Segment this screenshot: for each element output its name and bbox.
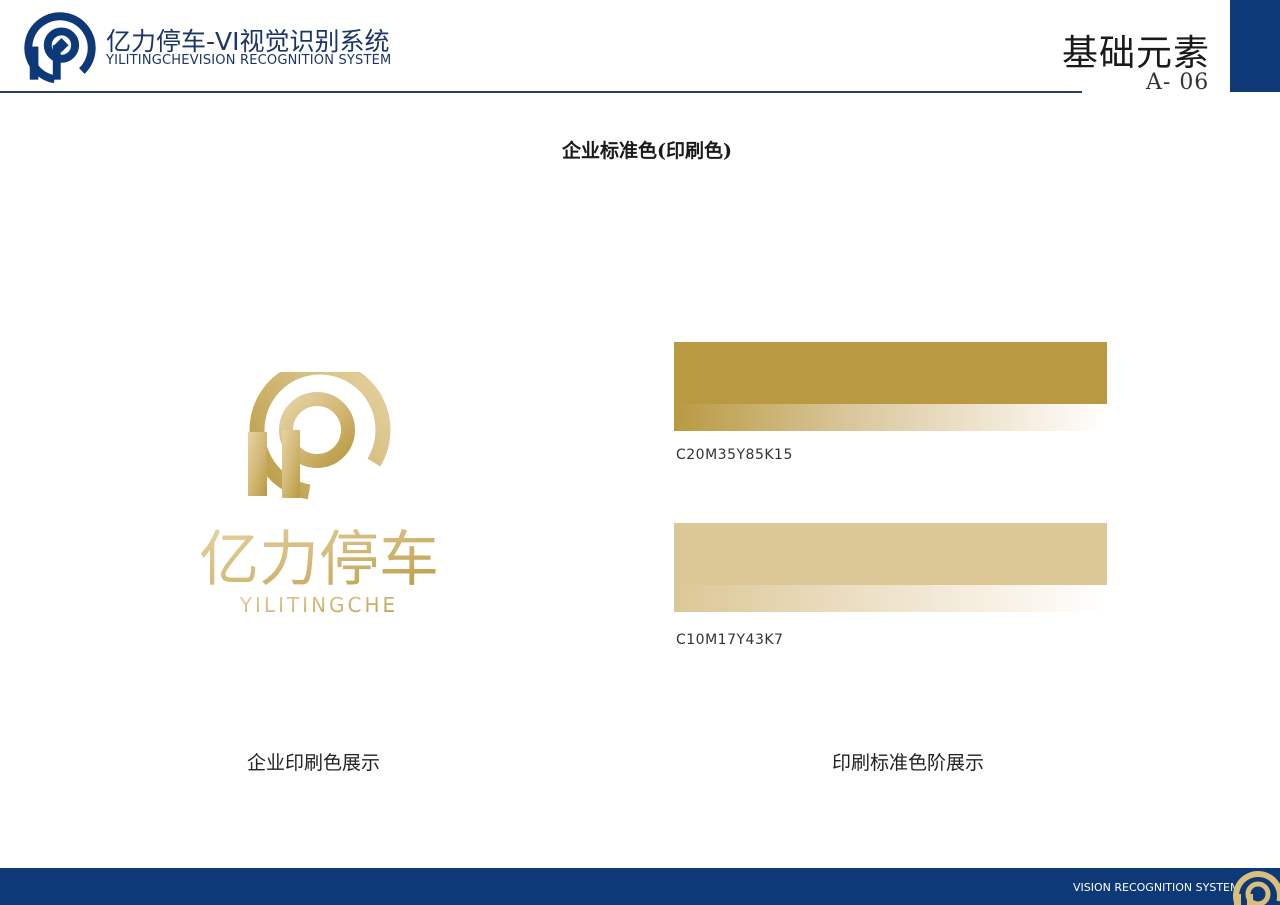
page-heading: 企业标准色(印刷色) bbox=[562, 140, 732, 162]
swatch-secondary-solid bbox=[674, 523, 1107, 585]
section-title: 基础元素 bbox=[1062, 33, 1211, 74]
gold-logo: 亿力停车 YILITINGCHE bbox=[199, 372, 439, 617]
swatch-primary-code: C20M35Y85K15 bbox=[676, 447, 793, 463]
brand-logo-icon bbox=[24, 12, 96, 84]
corner-accent-block bbox=[1230, 0, 1280, 92]
footer-logo-icon bbox=[1233, 871, 1280, 905]
header-divider bbox=[0, 91, 1082, 93]
logo-wordmark-cn: 亿力停车 bbox=[199, 525, 439, 595]
gold-p-mark-icon bbox=[248, 372, 391, 501]
swatch-primary-solid bbox=[674, 342, 1107, 404]
swatch-secondary-code: C10M17Y43K7 bbox=[676, 632, 784, 648]
caption-color-scale: 印刷标准色阶展示 bbox=[832, 752, 985, 774]
swatch-primary-gradient bbox=[674, 404, 1107, 431]
logo-wordmark-en: YILITINGCHE bbox=[239, 593, 398, 617]
caption-logo-display: 企业印刷色展示 bbox=[247, 752, 381, 774]
footer-text: VISION RECOGNITION SYSTEM bbox=[1073, 881, 1240, 894]
section-code: A- 06 bbox=[1146, 70, 1210, 95]
brand-subtitle: YILITINGCHEVISION RECOGNITION SYSTEM bbox=[106, 53, 392, 68]
swatch-secondary-gradient bbox=[674, 585, 1107, 612]
